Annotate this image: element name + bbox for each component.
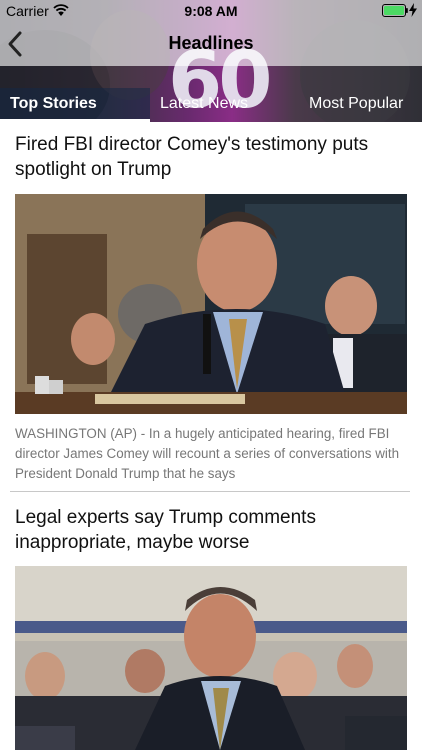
article-photo[interactable] bbox=[15, 194, 407, 414]
tab-top-stories[interactable]: Top Stories bbox=[0, 88, 150, 122]
tab-most-popular[interactable]: Most Popular bbox=[300, 88, 422, 122]
page-title: Headlines bbox=[168, 33, 254, 53]
tab-latest-news[interactable]: Latest News bbox=[152, 88, 298, 122]
charging-icon bbox=[409, 3, 417, 17]
article-summary: WASHINGTON (AP) - In a hugely anticipate… bbox=[15, 426, 400, 481]
status-time: 9:08 AM bbox=[184, 3, 238, 19]
header-banner: 60 Carrier 9:08 AM Headlines Top Stories… bbox=[0, 0, 422, 122]
article-headline[interactable]: Legal experts say Trump comments inappro… bbox=[15, 505, 410, 555]
article-headline[interactable]: Fired FBI director Comey's testimony put… bbox=[15, 132, 410, 182]
navigation-bar: Headlines bbox=[0, 22, 422, 66]
article-photo[interactable] bbox=[15, 566, 407, 750]
divider bbox=[10, 491, 410, 492]
tab-bar: Top Stories Latest News Most Popular bbox=[0, 88, 422, 122]
battery-icon bbox=[382, 4, 408, 17]
status-bar: Carrier 9:08 AM bbox=[0, 0, 422, 22]
